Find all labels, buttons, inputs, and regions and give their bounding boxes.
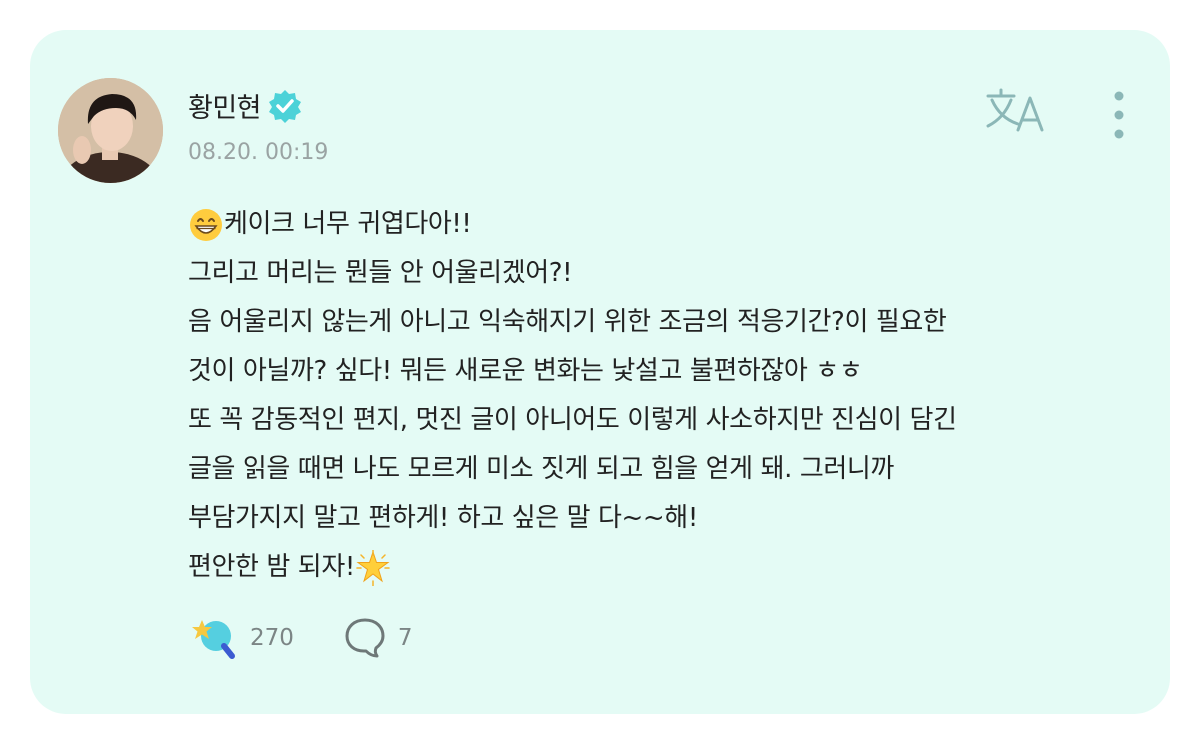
translate-icon (986, 88, 1044, 132)
post-line: 편안한 밤 되자! (188, 543, 1128, 592)
more-vertical-icon (1114, 91, 1124, 139)
glowing-star-emoji (355, 548, 391, 587)
post-actions: 270 7 (188, 614, 413, 662)
post-timestamp: 08.20. 00:19 (188, 140, 329, 165)
reactions-count: 270 (250, 625, 294, 651)
avatar[interactable] (58, 78, 163, 183)
post-line-text: 케이크 너무 귀엽다아!! (224, 209, 472, 239)
post-line: 케이크 너무 귀엽다아!! (188, 200, 1128, 249)
comment-button[interactable]: 7 (342, 616, 413, 660)
post-line-text: 편안한 밤 되자! (188, 552, 355, 582)
post-line: 음 어울리지 않는게 아니고 익숙해지기 위한 조금의 적응기간?이 필요한 (188, 307, 947, 337)
translate-button[interactable] (984, 86, 1046, 138)
lightstick-reaction-icon (192, 620, 235, 659)
author-name[interactable]: 황민현 (188, 86, 262, 125)
comments-count: 7 (397, 625, 413, 651)
post-line: 또 꼭 감동적인 편지, 멋진 글이 아니어도 이렇게 사소하지만 진심이 담긴 (188, 405, 957, 435)
post-body: 케이크 너무 귀엽다아!! 그리고 머리는 뭔들 안 어울리겠어?! 음 어울리… (188, 200, 1128, 592)
post-line: 글을 읽을 때면 나도 모르게 미소 짓게 되고 힘을 얻게 돼. 그러니까 (188, 454, 894, 484)
verified-badge-icon (267, 88, 303, 124)
more-options-button[interactable] (1104, 88, 1134, 144)
post-line: 것이 아닐까? 싶다! 뭐든 새로운 변화는 낯설고 불편하잖아 ㅎㅎ (188, 356, 863, 386)
author-row: 황민현 (188, 86, 303, 125)
reaction-button[interactable]: 270 (188, 614, 294, 662)
post-line: 부담가지지 말고 편하게! 하고 싶은 말 다~~해! (188, 503, 698, 533)
profile-photo (58, 78, 163, 183)
grinning-face-emoji (188, 207, 224, 243)
post-line: 그리고 머리는 뭔들 안 어울리겠어?! (188, 258, 573, 288)
comment-bubble-icon (345, 618, 385, 658)
